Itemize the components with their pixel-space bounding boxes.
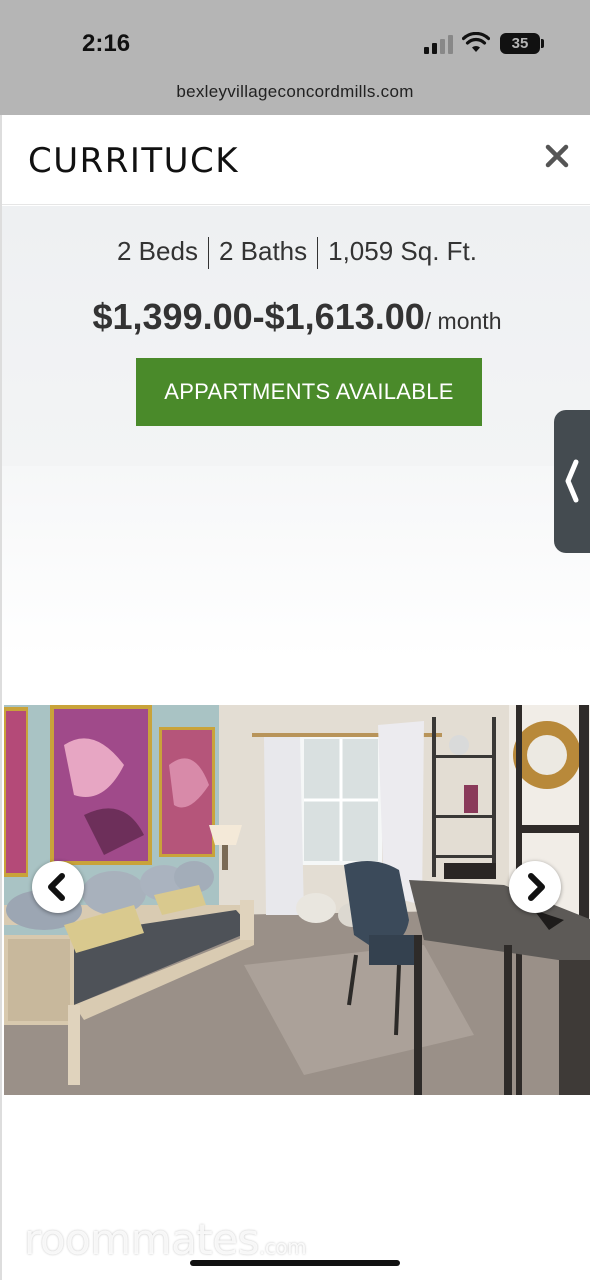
wifi-icon	[462, 32, 490, 52]
floorplan-title: CURRITUCK	[28, 141, 240, 181]
floorplan-modal: CURRITUCK 2 Beds 2 Baths 1,059 Sq. Ft. $1,…	[0, 115, 590, 1280]
blank-area	[2, 466, 590, 706]
next-photo-button[interactable]	[509, 861, 561, 913]
url-label[interactable]: bexleyvillageconcordmills.com	[0, 82, 590, 102]
battery-icon: 35	[500, 33, 540, 54]
square-footage: 1,059 Sq. Ft.	[328, 236, 477, 266]
beds-count: 2 Beds	[117, 236, 198, 266]
price-row: $1,399.00-$1,613.00/ month	[2, 296, 590, 338]
apartments-available-button[interactable]: APPARTMENTS AVAILABLE	[136, 358, 482, 426]
watermark-suffix: .com	[259, 1235, 307, 1259]
cellular-signal-icon	[424, 34, 454, 54]
close-icon[interactable]	[542, 141, 572, 171]
price-suffix: / month	[424, 308, 502, 334]
baths-count: 2 Baths	[218, 236, 308, 266]
bedroom-office-photo	[4, 705, 590, 1095]
divider	[207, 237, 209, 270]
floorplan-summary: 2 Beds 2 Baths 1,059 Sq. Ft. $1,399.00-$1,…	[2, 206, 590, 466]
previous-photo-button[interactable]	[32, 861, 84, 913]
chevron-left-icon	[565, 459, 579, 503]
watermark-brand: roommates	[24, 1215, 260, 1264]
battery-tip	[541, 39, 544, 48]
floorplan-specs: 2 Beds 2 Baths 1,059 Sq. Ft.	[2, 236, 590, 270]
side-panel-toggle[interactable]	[554, 410, 590, 553]
floorplan-photo[interactable]	[4, 705, 590, 1095]
divider	[317, 237, 319, 270]
chevron-left-icon	[48, 873, 65, 901]
home-indicator[interactable]	[190, 1260, 400, 1266]
chevron-right-icon	[528, 873, 545, 901]
roommates-watermark: roommates.com	[24, 1215, 307, 1264]
modal-header: CURRITUCK	[2, 115, 590, 205]
status-bar: 2:16 35 bexleyvillageconcordmills.com	[0, 0, 590, 115]
status-time: 2:16	[82, 30, 131, 57]
price-range: $1,399.00-$1,613.00	[92, 296, 425, 337]
